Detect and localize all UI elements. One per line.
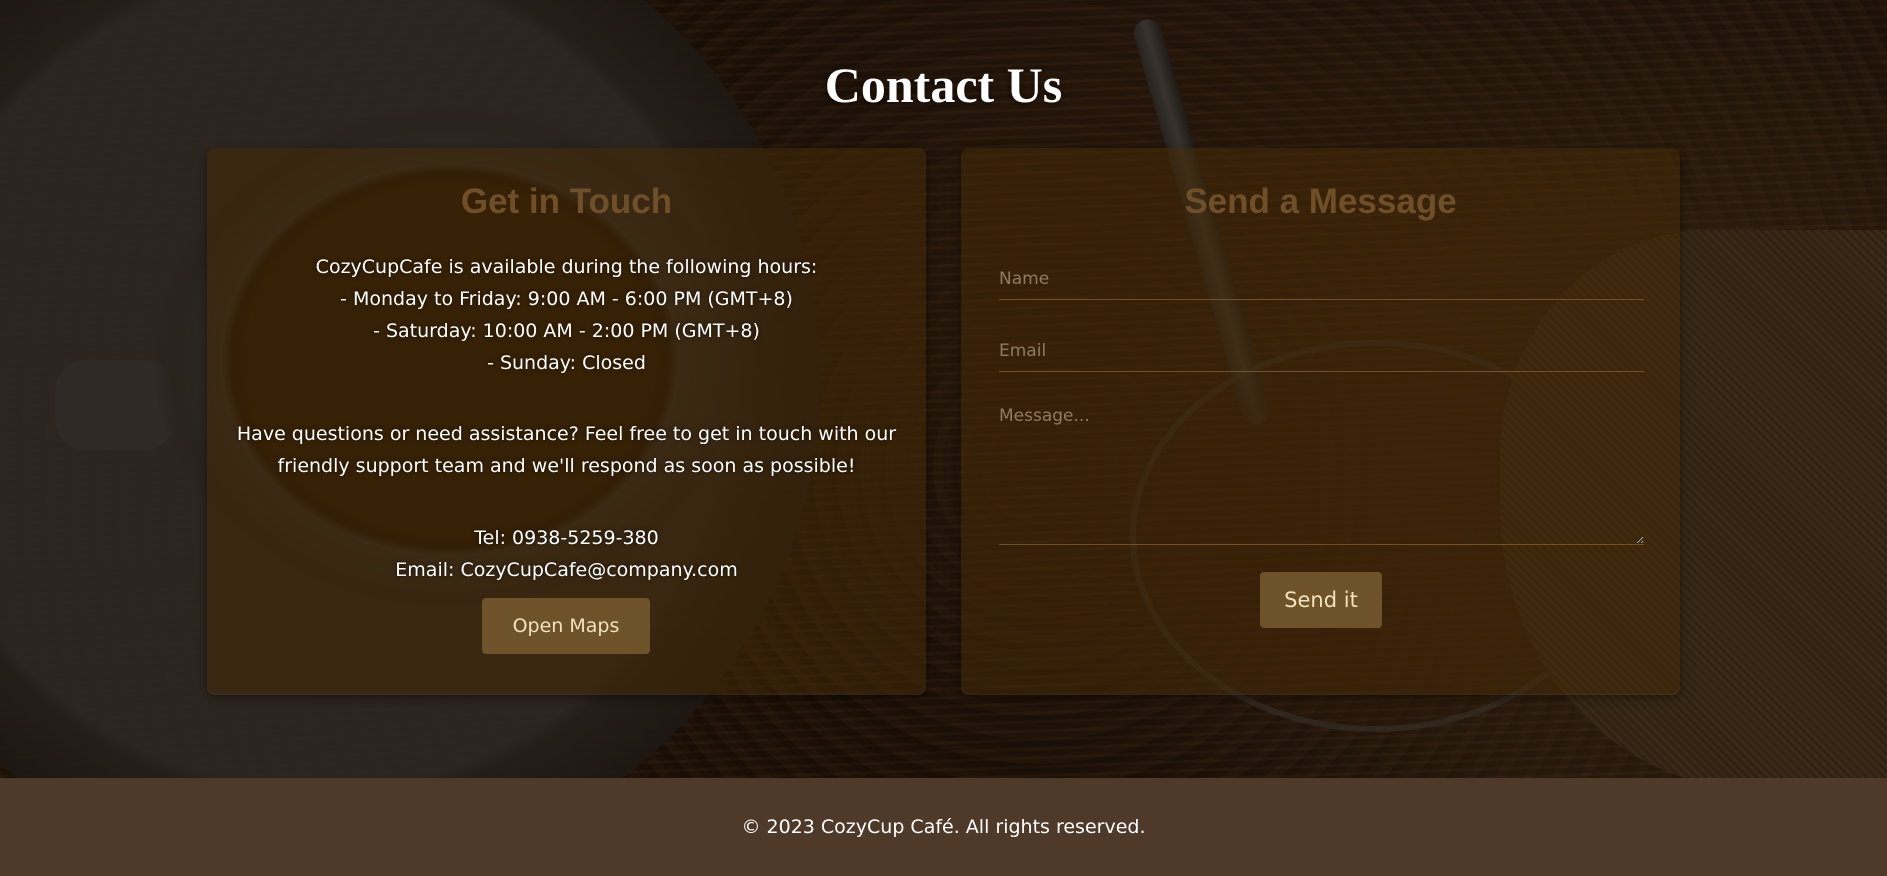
assistance-text: Have questions or need assistance? Feel … bbox=[207, 418, 926, 482]
footer: © 2023 CozyCup Café. All rights reserved… bbox=[0, 778, 1887, 876]
email-input[interactable] bbox=[999, 330, 1644, 372]
open-maps-button[interactable]: Open Maps bbox=[482, 598, 650, 654]
get-in-touch-card: Get in Touch CozyCupCafe is available du… bbox=[207, 148, 926, 693]
page-title: Contact Us bbox=[824, 57, 1063, 113]
contact-details: Tel: 0938-5259-380 Email: CozyCupCafe@co… bbox=[207, 522, 926, 586]
assistance-line: Have questions or need assistance? Feel … bbox=[236, 423, 897, 445]
get-in-touch-heading: Get in Touch bbox=[460, 182, 673, 221]
opening-hours: CozyCupCafe is available during the foll… bbox=[207, 251, 926, 379]
copyright-text: © 2023 CozyCup Café. All rights reserved… bbox=[741, 816, 1146, 838]
email-address: Email: CozyCupCafe@company.com bbox=[395, 559, 738, 581]
send-message-card: Send a Message Send it bbox=[961, 148, 1680, 693]
name-input[interactable] bbox=[999, 258, 1644, 300]
hours-weekdays: - Monday to Friday: 9:00 AM - 6:00 PM (G… bbox=[340, 288, 793, 310]
phone-number: Tel: 0938-5259-380 bbox=[474, 527, 659, 549]
send-button[interactable]: Send it bbox=[1260, 572, 1382, 628]
hours-saturday: - Saturday: 10:00 AM - 2:00 PM (GMT+8) bbox=[373, 320, 760, 342]
send-message-heading: Send a Message bbox=[1184, 182, 1457, 221]
assistance-line: friendly support team and we'll respond … bbox=[277, 455, 856, 477]
hours-sunday: - Sunday: Closed bbox=[487, 352, 646, 374]
hours-intro: CozyCupCafe is available during the foll… bbox=[315, 256, 818, 278]
message-textarea[interactable] bbox=[999, 400, 1644, 545]
